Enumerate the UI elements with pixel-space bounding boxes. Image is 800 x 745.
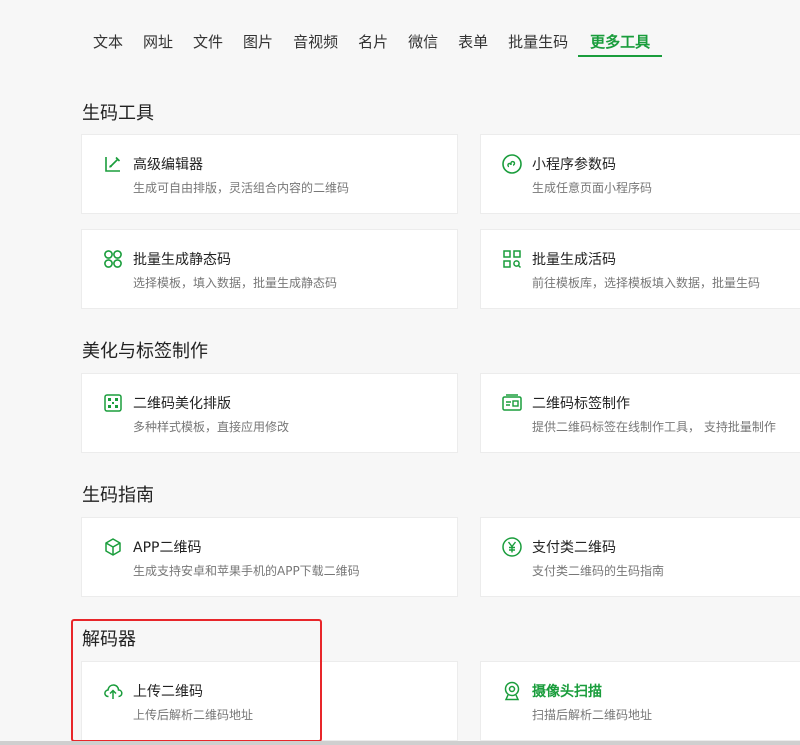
card-desc: 前往模板库，选择模板填入数据，批量生码 — [532, 276, 761, 290]
card-desc: 提供二维码标签在线制作工具， 支持批量制作 — [532, 420, 776, 434]
card-title: 二维码标签制作 — [532, 396, 630, 412]
card-title: 支付类二维码 — [532, 540, 616, 556]
tab-more-tools[interactable]: 更多工具 — [578, 33, 663, 57]
tab-file[interactable]: 文件 — [183, 33, 233, 57]
card-desc: 选择模板，填入数据，批量生成静态码 — [133, 276, 338, 290]
card-title: 小程序参数码 — [532, 157, 616, 173]
box-icon — [105, 538, 121, 556]
tab-business-card[interactable]: 名片 — [348, 33, 398, 57]
card-mini-program[interactable]: 小程序参数码 生成任意页面小程序码 — [480, 134, 800, 214]
batch-dynamic-icon — [503, 250, 522, 269]
card-batch-dynamic[interactable]: 批量生成活码 前往模板库，选择模板填入数据，批量生码 — [480, 229, 800, 309]
camera-icon — [504, 681, 520, 701]
tab-image[interactable]: 图片 — [233, 33, 283, 57]
card-title: 二维码美化排版 — [133, 396, 231, 412]
tool-tabs: 文本 网址 文件 图片 音视频 名片 微信 表单 批量生码 更多工具 — [0, 0, 800, 60]
section-title-generate: 生码工具 — [82, 103, 154, 124]
card-title: 批量生成活码 — [532, 252, 616, 268]
edit-icon — [105, 156, 121, 172]
card-camera-scan[interactable]: 摄像头扫描 扫描后解析二维码地址 — [480, 661, 800, 741]
card-qr-label[interactable]: 二维码标签制作 提供二维码标签在线制作工具， 支持批量制作 — [480, 373, 800, 453]
bottom-divider — [0, 741, 800, 745]
card-batch-static[interactable]: 批量生成静态码 选择模板，填入数据，批量生成静态码 — [81, 229, 458, 309]
section-title-guide: 生码指南 — [82, 485, 154, 506]
card-title: APP二维码 — [133, 540, 202, 556]
tab-audio-video[interactable]: 音视频 — [283, 33, 348, 57]
mini-program-icon — [502, 154, 522, 174]
card-title: 高级编辑器 — [133, 157, 203, 173]
tab-batch[interactable]: 批量生码 — [498, 33, 578, 57]
yen-icon — [502, 537, 522, 557]
label-icon — [502, 394, 522, 411]
batch-static-icon — [104, 250, 122, 268]
card-payment-qr[interactable]: 支付类二维码 支付类二维码的生码指南 — [480, 517, 800, 597]
card-desc: 扫描后解析二维码地址 — [532, 708, 653, 722]
card-advanced-editor[interactable]: 高级编辑器 生成可自由排版，灵活组合内容的二维码 — [81, 134, 458, 214]
tab-wechat[interactable]: 微信 — [398, 33, 448, 57]
card-qr-beautify[interactable]: 二维码美化排版 多种样式模板，直接应用修改 — [81, 373, 458, 453]
card-title: 摄像头扫描 — [532, 684, 602, 700]
card-desc: 生成可自由排版，灵活组合内容的二维码 — [133, 181, 350, 195]
card-desc: 多种样式模板，直接应用修改 — [133, 420, 290, 434]
tab-text[interactable]: 文本 — [83, 33, 133, 57]
card-desc: 支付类二维码的生码指南 — [532, 564, 665, 578]
card-desc: 生成支持安卓和苹果手机的APP下载二维码 — [133, 564, 360, 578]
tab-url[interactable]: 网址 — [133, 33, 183, 57]
card-desc: 生成任意页面小程序码 — [532, 181, 653, 195]
tab-form[interactable]: 表单 — [448, 33, 498, 57]
card-app-qr[interactable]: APP二维码 生成支持安卓和苹果手机的APP下载二维码 — [81, 517, 458, 597]
card-title: 批量生成静态码 — [133, 252, 231, 268]
section-title-beautify: 美化与标签制作 — [82, 341, 208, 362]
qr-beautify-icon — [104, 394, 122, 412]
highlight-box — [71, 619, 322, 742]
